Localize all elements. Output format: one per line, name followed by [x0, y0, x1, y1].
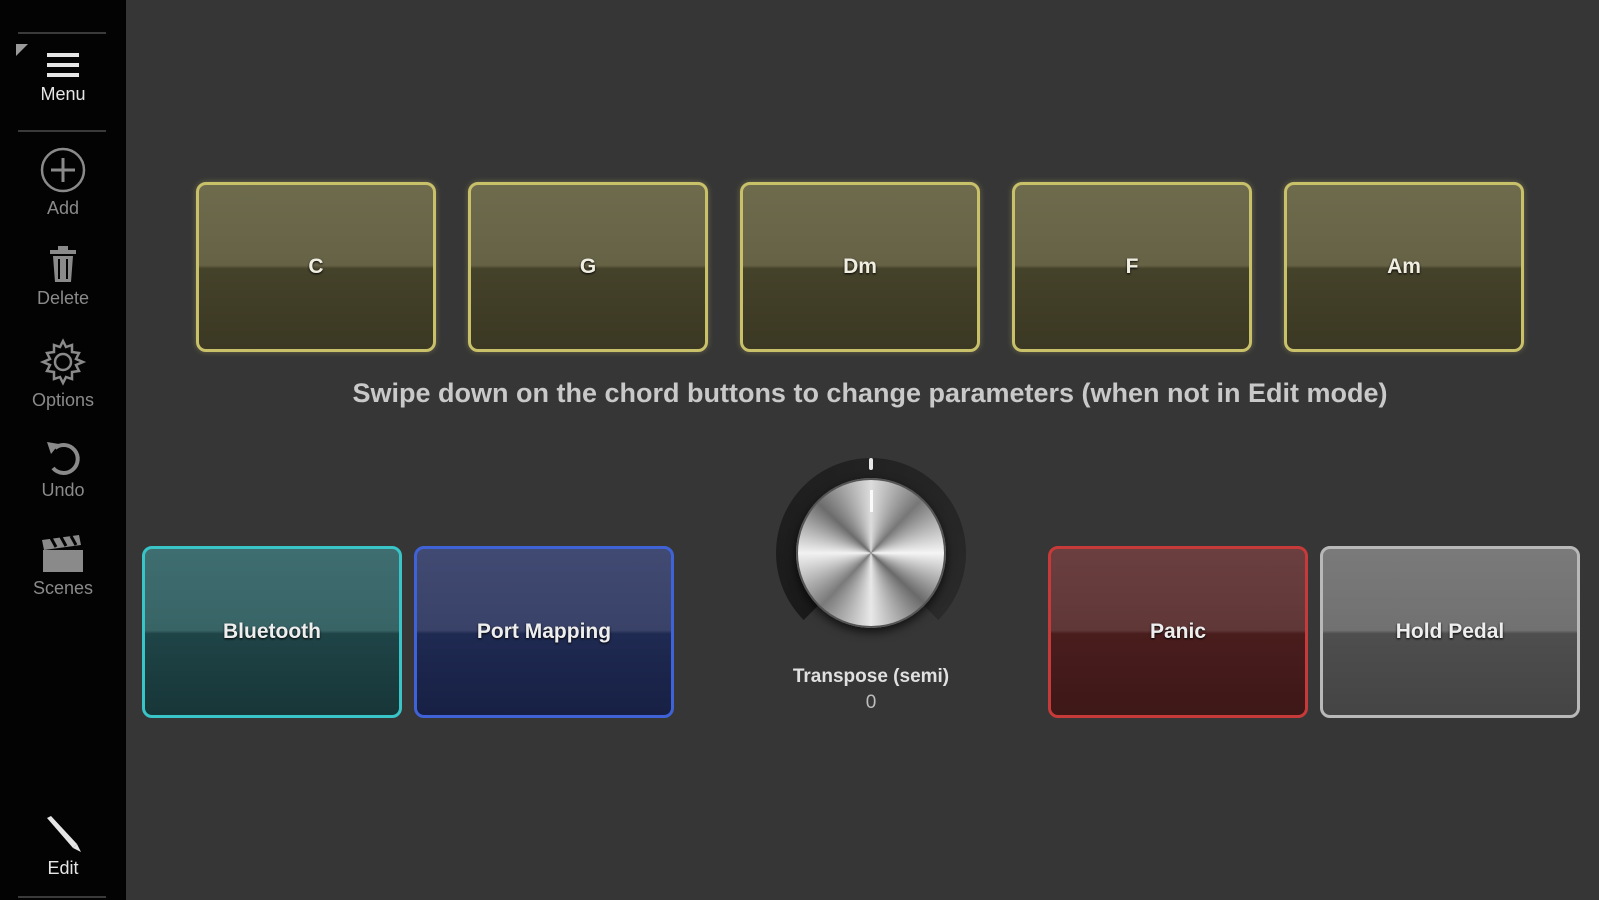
- transpose-label: Transpose (semi): [792, 666, 950, 687]
- undo-icon: [47, 442, 80, 475]
- divider: [18, 32, 106, 34]
- options-label: Options: [31, 390, 95, 410]
- gear-icon: [39, 338, 87, 386]
- chord-label: C: [308, 255, 324, 278]
- scenes-button[interactable]: Scenes: [8, 534, 118, 599]
- delete-label: Delete: [36, 288, 90, 308]
- chord-label: F: [1125, 255, 1139, 278]
- plus-circle-icon: [40, 147, 86, 193]
- undo-button[interactable]: Undo: [8, 440, 118, 501]
- chord-button-g[interactable]: G: [468, 182, 708, 352]
- undo-label: Undo: [41, 480, 85, 500]
- scenes-label: Scenes: [32, 578, 94, 598]
- transpose-knob-control[interactable]: [776, 458, 966, 648]
- chord-label: Am: [1387, 255, 1421, 278]
- edit-button[interactable]: Edit: [8, 814, 118, 879]
- transpose-value: 0: [865, 692, 877, 713]
- divider: [18, 130, 106, 132]
- sidebar: Menu Add Delete Options Undo Scenes Edit: [0, 0, 126, 900]
- menu-button[interactable]: Menu: [8, 50, 118, 105]
- menu-label: Menu: [40, 84, 86, 104]
- hint-text: Swipe down on the chord buttons to chang…: [352, 378, 1388, 408]
- chord-label: G: [579, 255, 597, 278]
- chord-label: Dm: [843, 255, 877, 278]
- options-button[interactable]: Options: [8, 338, 118, 411]
- panic-label: Panic: [1149, 620, 1207, 643]
- knob-pointer: [870, 490, 873, 512]
- chord-button-c[interactable]: C: [196, 182, 436, 352]
- chord-button-f[interactable]: F: [1012, 182, 1252, 352]
- delete-button[interactable]: Delete: [8, 244, 118, 309]
- panic-button[interactable]: Panic: [1048, 546, 1308, 718]
- hold-pedal-label: Hold Pedal: [1395, 620, 1505, 643]
- pencil-icon: [47, 816, 81, 852]
- add-label: Add: [46, 198, 80, 218]
- hamburger-icon: [47, 53, 79, 77]
- divider: [18, 896, 106, 898]
- port-mapping-button[interactable]: Port Mapping: [414, 546, 674, 718]
- bluetooth-label: Bluetooth: [223, 620, 321, 643]
- chord-button-dm[interactable]: Dm: [740, 182, 980, 352]
- edit-label: Edit: [47, 858, 79, 878]
- chord-button-am[interactable]: Am: [1284, 182, 1524, 352]
- trash-icon: [50, 246, 76, 282]
- transpose-knob[interactable]: [796, 478, 946, 628]
- bluetooth-button[interactable]: Bluetooth: [142, 546, 402, 718]
- add-button[interactable]: Add: [8, 146, 118, 219]
- clapperboard-icon: [42, 535, 83, 572]
- knob-center-tick: [869, 458, 873, 470]
- hold-pedal-button[interactable]: Hold Pedal: [1320, 546, 1580, 718]
- port-mapping-label: Port Mapping: [476, 620, 612, 643]
